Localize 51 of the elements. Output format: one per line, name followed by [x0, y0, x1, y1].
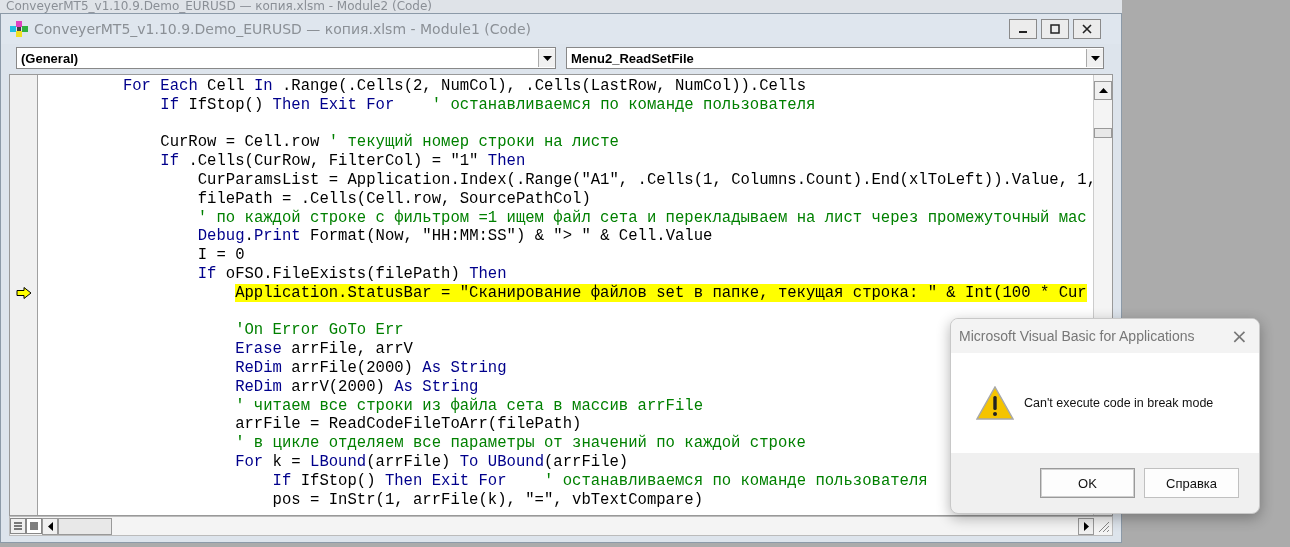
warning-icon: [976, 386, 1014, 420]
code-line: ReDim arrFile(2000) As String: [234, 358, 507, 378]
code-line: pos = InStr(1, arrFile(k), "=", vbTextCompare): [271, 490, 704, 510]
caret-icon: [542, 55, 552, 61]
close-icon: [1082, 24, 1092, 34]
minimize-icon: [1019, 31, 1027, 33]
code-line: If .Cells(CurRow, FilterCol) = "1" Then: [159, 152, 526, 171]
scroll-up-button[interactable]: [1094, 81, 1112, 100]
code-line: 'On Error GoTo Err: [234, 321, 404, 341]
scroll-left-button[interactable]: [42, 517, 58, 535]
left-arrow-icon: [47, 521, 53, 531]
code-line: filePath = .Cells(Cell.row, SourcePathCol): [196, 189, 591, 209]
code-line: ' по каждой строке с фильтром =1 ищем файл сета и перекладываем на лист через промежуточный мас: [196, 208, 1087, 228]
module-icon: [9, 20, 29, 38]
help-button[interactable]: Справка: [1144, 468, 1239, 498]
code-line: For Each Cell In .Range(.Cells(2, NumCol), .Cells(LastRow, NumCol)).Cells: [121, 77, 807, 96]
close-button[interactable]: ×: [1225, 323, 1253, 349]
code-line: For k = LBound(arrFile) To UBound(arrFile): [234, 452, 629, 472]
dialog-message: Can't execute code in break mode: [1024, 396, 1214, 410]
code-line: Erase arrFile, arrV: [234, 340, 413, 359]
horizontal-scrollbar[interactable]: [9, 516, 1113, 536]
object-dropdown[interactable]: (General): [16, 47, 556, 69]
close-button[interactable]: [1073, 19, 1101, 39]
code-line: ' в цикле отделяем все параметры от значений по каждой строке: [234, 434, 806, 453]
code-line: If oFSO.FileExists(filePath) Then: [196, 264, 507, 284]
scroll-thumb[interactable]: [58, 517, 112, 535]
minimize-button[interactable]: [1009, 19, 1037, 39]
maximize-icon: [1050, 24, 1060, 34]
code-line: If IfStop() Then Exit For ' останавливаемся по команде пользователя: [159, 95, 816, 115]
caret-icon: [1090, 55, 1100, 61]
scroll-thumb[interactable]: [1094, 128, 1112, 138]
code-line: Debug.Print Format(Now, "HH:MM:SS") & "> " & Cell.Value: [196, 227, 713, 247]
procedure-dropdown[interactable]: Menu2_ReadSetFile: [566, 47, 1104, 69]
code-line: ' читаем все строки из файла сета в массив arrFile: [234, 396, 704, 416]
code-line: CurParamsList = Application.Index(.Range("A1", .Cells(1, Columns.Count).End(xlToLeft)).Value, 1,: [196, 171, 1093, 190]
ok-button[interactable]: OK: [1040, 468, 1135, 498]
code-line: arrFile = ReadCodeFileToArr(filePath): [234, 415, 582, 435]
code-line: I = 0: [196, 246, 245, 265]
code-line: CurRow = Cell.row ' текущий номер строки на листе: [159, 133, 619, 153]
right-arrow-icon: [1083, 521, 1089, 531]
procedure-view-button[interactable]: [10, 518, 26, 534]
scroll-right-button[interactable]: [1078, 517, 1094, 535]
maximize-button[interactable]: [1041, 19, 1069, 39]
module-view-button[interactable]: [26, 518, 42, 534]
dialog-title: Microsoft Visual Basic for Applications: [959, 328, 1195, 344]
resize-grip-icon[interactable]: [1096, 519, 1110, 533]
code-line: ReDim arrV(2000) As String: [234, 377, 479, 397]
window-title: ConveyerMT5_v1.10.9.Demo_EURUSD — копия.xlsm - Module2 (Code): [5, 0, 434, 13]
window-title: ConveyerMT5_v1.10.9.Demo_EURUSD — копия.xlsm - Module1 (Code): [34, 21, 532, 37]
up-arrow-icon: [1098, 88, 1108, 93]
code-line: If IfStop() Then Exit For ' останавливаемся по команде пользователя: [271, 471, 928, 491]
